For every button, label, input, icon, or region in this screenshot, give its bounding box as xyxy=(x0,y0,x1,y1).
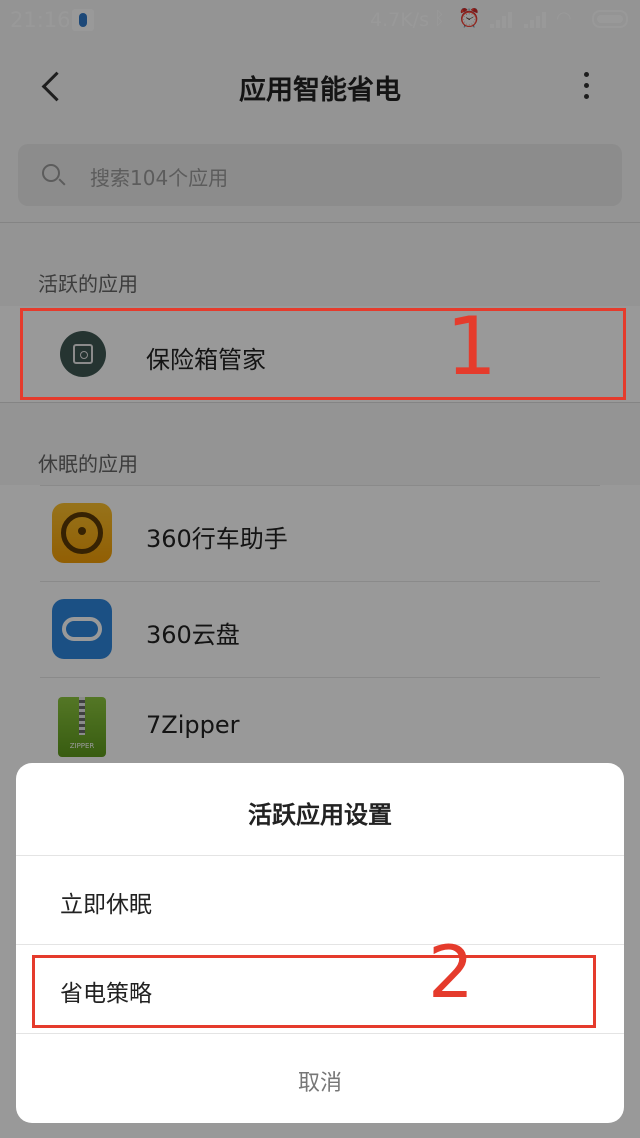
dialog-divider xyxy=(16,1033,624,1034)
dialog-divider xyxy=(16,855,624,856)
dialog-title: 活跃应用设置 xyxy=(248,801,392,829)
annotation-box-1 xyxy=(20,308,626,400)
app-power-saving-page: 21:16 4.7K/s ᛒ ⏰ ◠ 应用智能省电 搜索104个应用 活跃的应用… xyxy=(0,0,640,1138)
dialog-divider xyxy=(16,944,624,945)
active-app-settings-dialog: 活跃应用设置 立即休眠 省电策略 取消 xyxy=(16,763,624,1123)
annotation-box-2 xyxy=(32,955,596,1028)
cancel-button[interactable]: 取消 xyxy=(16,1035,624,1123)
annotation-number-2: 2 xyxy=(428,930,474,1014)
annotation-number-1: 1 xyxy=(446,300,497,393)
sleep-now-option[interactable]: 立即休眠 xyxy=(16,857,624,945)
option-label: 立即休眠 xyxy=(60,892,152,918)
cancel-label: 取消 xyxy=(297,1071,342,1096)
